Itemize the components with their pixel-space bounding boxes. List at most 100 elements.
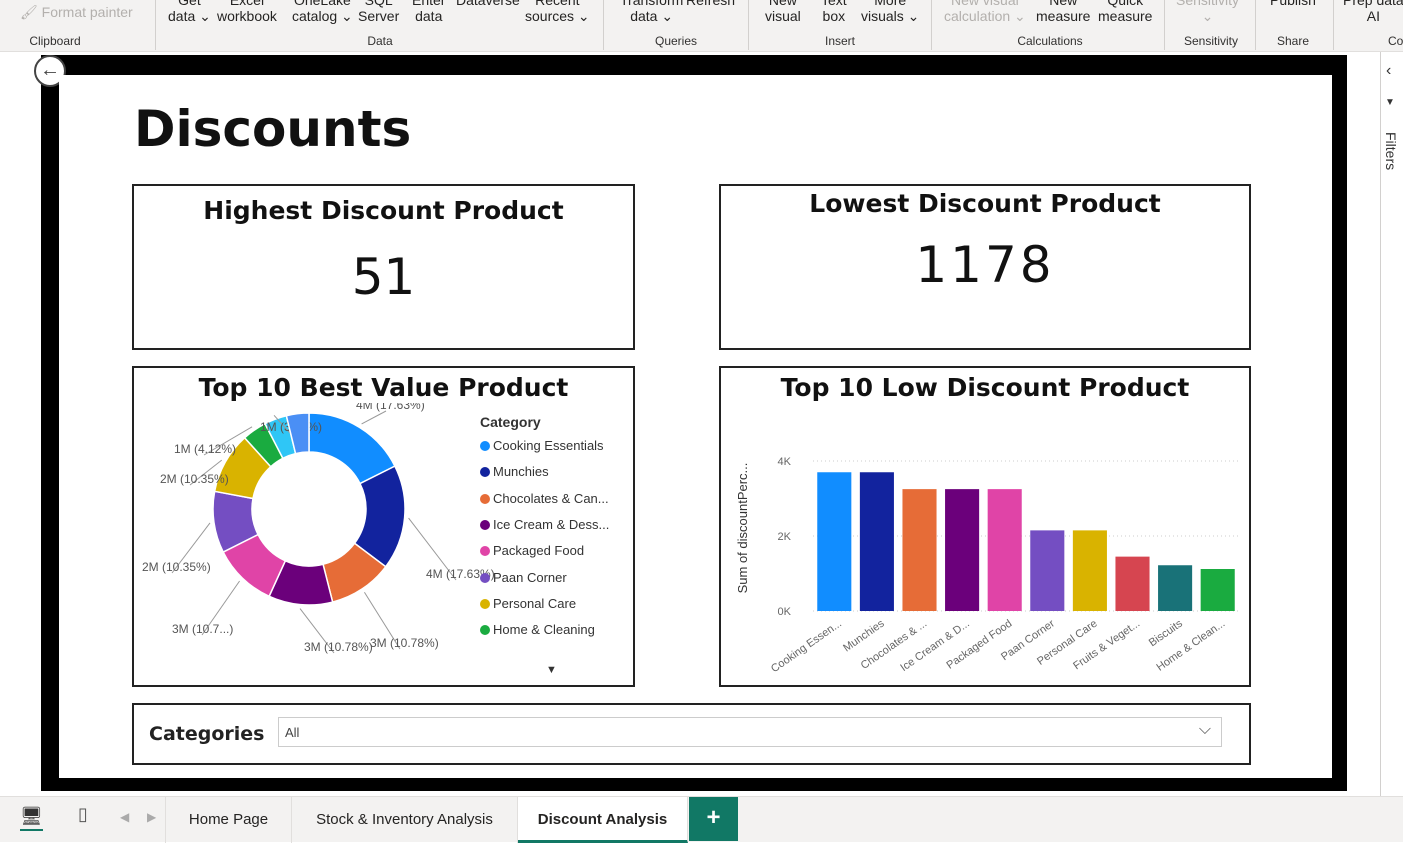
new-visual-calculation-button[interactable]: New visual calculation ⌄: [944, 0, 1026, 24]
publish-button[interactable]: Publish: [1270, 0, 1316, 8]
next-page-icon[interactable]: ▶: [147, 810, 156, 824]
group-calculations: Calculations: [1017, 34, 1083, 48]
brush-icon: 🖌: [20, 4, 38, 20]
divider: [603, 0, 604, 50]
sensitivity-button[interactable]: Sensitivity ⌄: [1176, 0, 1239, 24]
new-measure-button[interactable]: New measure: [1036, 0, 1090, 24]
legend-item[interactable]: Cooking Essentials: [480, 438, 604, 453]
x-axis-title: Category: [993, 683, 1050, 687]
legend-item[interactable]: Chocolates & Can...: [480, 491, 609, 506]
legend-item[interactable]: Packaged Food: [480, 543, 584, 558]
slice-label: 1M (4.12%): [174, 442, 236, 456]
group-data: Data: [367, 34, 393, 48]
legend-label: Ice Cream & Dess...: [493, 516, 610, 532]
legend-item[interactable]: Ice Cream & Dess...: [480, 517, 609, 532]
bar[interactable]: [987, 489, 1022, 611]
chevron-down-icon: ⌵: [1198, 721, 1211, 738]
legend-label: Chocolates & Can...: [493, 490, 609, 506]
onelake-catalog-button[interactable]: OneLake catalog ⌄: [292, 0, 353, 24]
best-value-donut-chart[interactable]: Top 10 Best Value Product 4M (17.63%) 4M …: [132, 366, 635, 687]
transform-data-button[interactable]: Transform data ⌄: [620, 0, 683, 24]
categories-slicer[interactable]: Categories All ⌵: [132, 703, 1251, 765]
desktop-layout-icon[interactable]: 🖥: [20, 806, 43, 831]
low-discount-bar-chart[interactable]: Top 10 Low Discount Product 0K 2K 4K Cookin…: [719, 366, 1251, 687]
group-insert: Insert: [824, 34, 855, 48]
slice-label: 3M (10.78%): [370, 636, 439, 650]
bar-chart-svg: 0K2K4KCooking Essen...MunchiesChocolates…: [735, 456, 1239, 687]
legend-dot-icon: [480, 546, 490, 557]
filters-pane-collapsed[interactable]: ‹ ▼ Filters: [1380, 52, 1403, 796]
quick-measure-button[interactable]: Quick measure: [1098, 0, 1152, 24]
bar[interactable]: [1200, 569, 1235, 611]
slice-label: 4M (17.63%): [356, 403, 425, 412]
recent-sources-button[interactable]: Recent sources ⌄: [525, 0, 590, 24]
group-share: Share: [1276, 34, 1310, 48]
bar[interactable]: [1158, 565, 1193, 611]
add-page-button[interactable]: +: [689, 797, 738, 841]
slice-label: 3M (10.78%): [304, 640, 373, 654]
tab-home-page[interactable]: Home Page: [165, 797, 292, 843]
bar[interactable]: [1115, 556, 1150, 611]
divider: [1333, 0, 1334, 50]
divider: [748, 0, 749, 50]
report-page: Discounts Highest Discount Product 51 Lo…: [59, 75, 1332, 778]
format-painter-button[interactable]: 🖌 Format painter: [20, 4, 133, 20]
slicer-dropdown[interactable]: All ⌵: [278, 717, 1222, 747]
y-tick-label: 2K: [778, 531, 792, 543]
bar[interactable]: [945, 489, 980, 611]
bar[interactable]: [859, 472, 894, 611]
bar[interactable]: [902, 489, 937, 611]
group-clipboard: Clipboard: [29, 34, 81, 48]
prep-data-ai-button[interactable]: Prep data AI: [1343, 0, 1403, 24]
tab-discount-analysis[interactable]: Discount Analysis: [518, 797, 688, 843]
group-copilot: Co: [1388, 34, 1403, 48]
enter-data-button[interactable]: Enter data: [412, 0, 445, 24]
x-tick-label: Cooking Essen...: [769, 618, 844, 676]
ribbon: 🖌 Format painter Clipboard Get data ⌄ Exc…: [0, 0, 1403, 52]
y-tick-label: 4K: [778, 456, 792, 468]
legend-label: Cooking Essentials: [493, 438, 604, 453]
legend-dot-icon: [480, 572, 490, 583]
excel-workbook-button[interactable]: Excel workbook: [217, 0, 277, 24]
card-value: 1178: [915, 236, 1055, 294]
sql-server-button[interactable]: SQL Server: [358, 0, 399, 24]
refresh-button[interactable]: Refresh: [686, 0, 735, 8]
lowest-discount-card[interactable]: Lowest Discount Product 1178: [719, 184, 1251, 350]
legend-dot-icon: [480, 493, 490, 504]
divider: [931, 0, 932, 50]
y-tick-label: 0K: [778, 606, 792, 618]
legend-dot-icon: [480, 441, 490, 451]
filter-funnel-icon: ▼: [1385, 97, 1395, 108]
filters-pane-label: Filters: [1383, 132, 1399, 171]
new-visual-button[interactable]: New visual: [765, 0, 801, 24]
leader-line: [361, 410, 387, 425]
mobile-layout-icon[interactable]: ▯: [78, 804, 88, 825]
chart-title: Top 10 Best Value Product: [198, 373, 569, 402]
more-visuals-button[interactable]: More visuals ⌄: [861, 0, 919, 24]
legend-item[interactable]: Munchies: [480, 464, 549, 479]
divider: [155, 0, 156, 50]
legend-label: Packaged Food: [493, 543, 585, 559]
bar[interactable]: [817, 472, 852, 611]
card-title: Lowest Discount Product: [809, 189, 1161, 218]
legend-label: Home & Cleaning: [493, 622, 595, 638]
bar[interactable]: [1072, 530, 1107, 611]
text-box-button[interactable]: Text box: [821, 0, 847, 24]
card-value: 51: [351, 248, 416, 306]
tab-stock-inventory-analysis[interactable]: Stock & Inventory Analysis: [292, 797, 518, 843]
legend-dot-icon: [480, 519, 490, 530]
legend-item[interactable]: Personal Care: [480, 596, 576, 611]
slice-label: 3M (10.7...): [172, 622, 233, 636]
legend-scroll-down-icon[interactable]: ▼: [546, 664, 557, 676]
legend-item[interactable]: Paan Corner: [480, 570, 567, 585]
x-tick-label: Biscuits: [1147, 617, 1185, 649]
divider: [1255, 0, 1256, 50]
expand-chevron-icon[interactable]: ‹: [1386, 62, 1391, 80]
highest-discount-card[interactable]: Highest Discount Product 51: [132, 184, 635, 350]
prev-page-icon[interactable]: ◀: [120, 810, 129, 824]
get-data-button[interactable]: Get data ⌄: [168, 0, 211, 24]
dataverse-button[interactable]: Dataverse: [456, 0, 520, 8]
legend-label: Munchies: [493, 464, 549, 480]
bar[interactable]: [1030, 530, 1065, 611]
legend-item[interactable]: Home & Cleaning: [480, 622, 595, 637]
